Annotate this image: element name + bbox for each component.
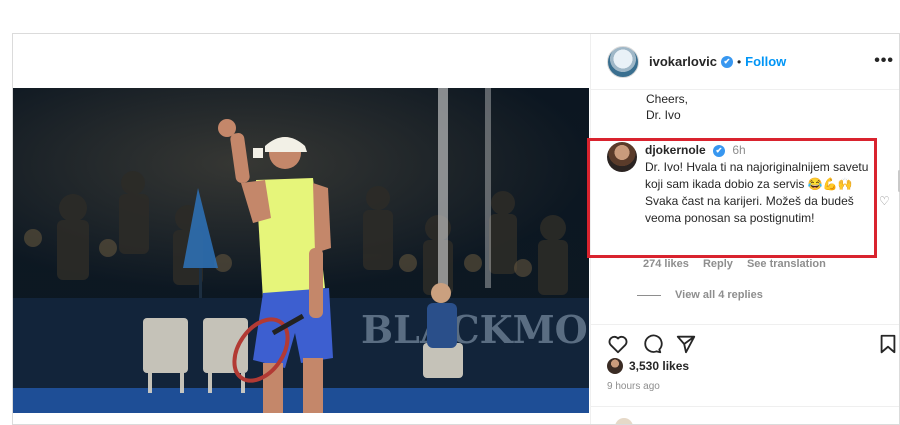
comment-like-icon[interactable]: ♡ (879, 194, 891, 208)
comment-body: djokernole ✔ 6h Dr. Ivo! Hvala ti na naj… (645, 142, 875, 227)
action-bar (591, 324, 899, 358)
avatar[interactable] (607, 45, 639, 78)
avatar[interactable] (607, 142, 637, 172)
post-side-panel: ivokarlovic ✔ • Follow ••• Cheers, Dr. I… (590, 34, 899, 424)
likes-count[interactable]: 3,530 likes (629, 359, 689, 373)
replies-divider-line (637, 294, 661, 296)
post-username[interactable]: ivokarlovic (649, 54, 717, 69)
view-replies-button[interactable]: View all 4 replies (637, 289, 763, 301)
sponsor-banner-text: BLACKMO (361, 307, 588, 352)
instagram-post-card: BLACKMO ivokarlovic ✔ • Follow ••• Cheer… (12, 33, 900, 425)
liker-avatar (607, 358, 623, 374)
comment-meta: 274 likes Reply See translation (643, 258, 837, 270)
more-options-icon[interactable]: ••• (874, 52, 894, 70)
post-media[interactable]: BLACKMO (13, 88, 589, 413)
see-translation-link[interactable]: See translation (747, 258, 826, 270)
verified-badge-icon: ✔ (720, 55, 733, 68)
tennis-photo: BLACKMO (13, 88, 589, 413)
bookmark-icon[interactable] (877, 333, 899, 355)
heart-icon[interactable] (607, 333, 629, 355)
separator-dot: • (736, 54, 742, 69)
follow-button[interactable]: Follow (745, 54, 786, 69)
previous-comment-text: Cheers, Dr. Ivo (646, 92, 689, 122)
comment-text: Dr. Ivo! Hvala ti na najoriginalnijem sa… (645, 160, 869, 225)
divider (591, 406, 899, 407)
comment-icon[interactable] (641, 333, 663, 355)
share-icon[interactable] (675, 333, 697, 355)
comment-time[interactable]: 6h (732, 143, 745, 157)
likes-row[interactable]: 3,530 likes (607, 358, 689, 374)
current-user-avatar (615, 418, 633, 424)
comment-likes[interactable]: 274 likes (643, 258, 689, 270)
comment-username[interactable]: djokernole (645, 143, 706, 157)
post-header: ivokarlovic ✔ • Follow ••• (591, 34, 899, 90)
reply-button[interactable]: Reply (703, 258, 733, 270)
view-replies-label[interactable]: View all 4 replies (675, 289, 763, 301)
verified-badge-icon: ✔ (713, 144, 726, 157)
post-timestamp[interactable]: 9 hours ago (607, 381, 660, 392)
